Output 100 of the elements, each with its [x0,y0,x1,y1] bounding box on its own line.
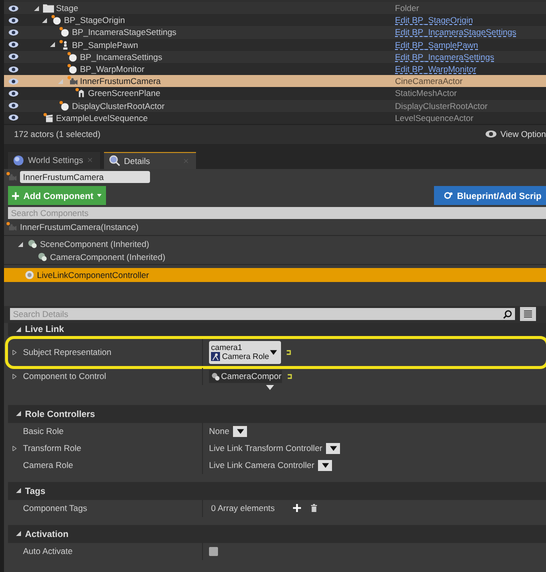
expanded-arrow-icon[interactable] [18,242,23,247]
component-icon [27,239,38,250]
panel-tab[interactable]: Details [104,152,196,169]
property-label: Auto Activate [23,546,73,556]
component-icon [24,270,35,280]
eye-icon[interactable] [8,28,19,36]
property-value: Live Link Transform Controller [209,443,322,454]
eye-icon[interactable] [8,41,19,48]
eye-icon[interactable] [8,4,19,12]
component-icon [211,372,220,381]
outliner-row[interactable]: Stage Folder [4,2,546,14]
caret-icon [97,194,102,198]
blueprint-button[interactable]: Blueprint/Add Scrip [434,186,546,206]
eye-icon[interactable] [8,78,19,85]
collapsed-arrow-icon[interactable] [12,446,17,451]
actor-label: InnerFrustumCamera [80,76,161,86]
actor-type: LevelSequenceActor [395,112,474,123]
subject-dropdown[interactable]: camera1 Camera Role [209,340,281,364]
component-label: LiveLinkComponentController [37,270,149,280]
search-components-field[interactable]: Search Components [8,206,546,219]
clapperboard-icon [43,112,54,123]
property-value: None [209,426,230,436]
sphere-icon [59,27,70,38]
dropdown-button[interactable] [326,442,340,454]
property-value: 0 Array elements [211,503,275,514]
outliner-row[interactable]: GreenScreenPlane StaticMeshActor [4,87,546,100]
instance-label[interactable]: InnerFrustumCamera(Instance) [20,222,139,232]
expanded-arrow-icon[interactable] [42,18,47,23]
property-value: Live Link Camera Controller [209,460,314,470]
eye-icon[interactable] [8,16,19,24]
panel-tab[interactable]: World Settings [8,152,100,169]
actor-label: BP_SamplePawn [72,40,138,50]
dropdown-button[interactable] [318,460,332,471]
property-label: Subject Representation [23,347,112,358]
trash-icon[interactable] [310,504,318,512]
sphere-icon [59,100,70,111]
section-header[interactable]: Role Controllers [8,404,546,423]
eye-icon[interactable] [8,66,19,73]
tab-label: Details [124,156,150,166]
outliner-row[interactable]: DisplayClusterRootActor DisplayClusterRootActor [4,100,546,112]
actor-count: 172 actors (1 selected) [14,129,100,140]
dropdown-button[interactable] [233,426,248,437]
outliner-row[interactable]: BP_StageOrigin Edit BP_StageOrigin [4,14,546,26]
eye-icon[interactable] [8,114,19,122]
camera-icon [67,76,78,86]
sphere-icon [51,15,62,26]
component-icon [37,252,48,262]
section-title: Activation [25,528,69,539]
search-details-field[interactable]: Search Details [10,308,515,320]
caret-icon [322,462,329,468]
actor-label: BP_IncameraSettings [80,52,162,62]
edit-blueprint-link[interactable]: Edit BP_SamplePawn [395,40,478,50]
outliner-row[interactable]: BP_IncameraSettings Edit BP_IncameraSettings [4,50,546,63]
reset-icon[interactable] [285,348,292,356]
actor-type: DisplayClusterRootActor [395,100,488,111]
collapsed-arrow-icon[interactable] [12,374,17,379]
property-matrix-button[interactable] [520,307,536,322]
eye-icon[interactable] [8,90,19,97]
eye-icon[interactable] [8,102,19,110]
property-label: Component to Control [23,371,106,382]
show-more-arrow-icon[interactable] [266,384,274,390]
edit-blueprint-link[interactable]: Edit BP_WarpMonitor [395,64,476,74]
edit-blueprint-link[interactable]: Edit BP_StageOrigin [395,15,473,26]
actor-type: Folder [395,3,420,14]
section-header[interactable]: Live Link [8,322,546,336]
property-label: Camera Role [23,460,74,470]
component-row[interactable]: CameraComponent (Inherited) [4,250,546,264]
caret-icon [236,428,244,434]
actor-label: ExampleLevelSequence [56,112,148,123]
reset-icon[interactable] [286,372,293,380]
edit-blueprint-link[interactable]: Edit BP_IncameraStageSettings [395,27,516,38]
edit-blueprint-link[interactable]: Edit BP_IncameraSettings [395,52,494,62]
outliner-row[interactable]: InnerFrustumCamera CineCameraActor [4,75,546,88]
sphere-icon [67,64,78,74]
expanded-arrow-icon [16,488,21,494]
checkbox[interactable] [209,546,218,556]
actor-type: CineCameraActor [395,76,463,86]
actor-type: StaticMeshActor [395,88,457,98]
outliner-row[interactable]: BP_SamplePawn Edit BP_SamplePawn [4,38,546,51]
view-options-button[interactable]: View Option [485,129,546,140]
actor-name-field[interactable]: InnerFrustumCamera [20,170,150,183]
outliner-row[interactable]: BP_IncameraStageSettings Edit BP_IncameraStageSettings [4,26,546,39]
caret-icon [270,350,277,355]
component-dropdown[interactable]: CameraCompor [209,370,282,383]
component-row[interactable]: SceneComponent (Inherited) [4,238,546,251]
add-icon[interactable] [292,504,301,512]
plus-icon [12,192,20,200]
section-header[interactable]: Activation [8,524,546,543]
expanded-arrow-icon[interactable] [50,42,55,48]
outliner-row[interactable]: ExampleLevelSequence LevelSequenceActor [4,112,546,124]
outliner-row[interactable]: BP_WarpMonitor Edit BP_WarpMonitor [4,62,546,76]
actor-label: BP_WarpMonitor [80,64,144,74]
property-label: Basic Role [23,426,64,436]
section-title: Live Link [25,324,64,334]
actor-label: BP_IncameraStageSettings [72,27,176,38]
expanded-arrow-icon[interactable] [34,6,39,11]
section-header[interactable]: Tags [8,482,546,500]
collapsed-arrow-icon[interactable] [12,350,17,355]
eye-icon[interactable] [8,53,19,60]
component-row[interactable]: LiveLinkComponentController [4,268,546,282]
